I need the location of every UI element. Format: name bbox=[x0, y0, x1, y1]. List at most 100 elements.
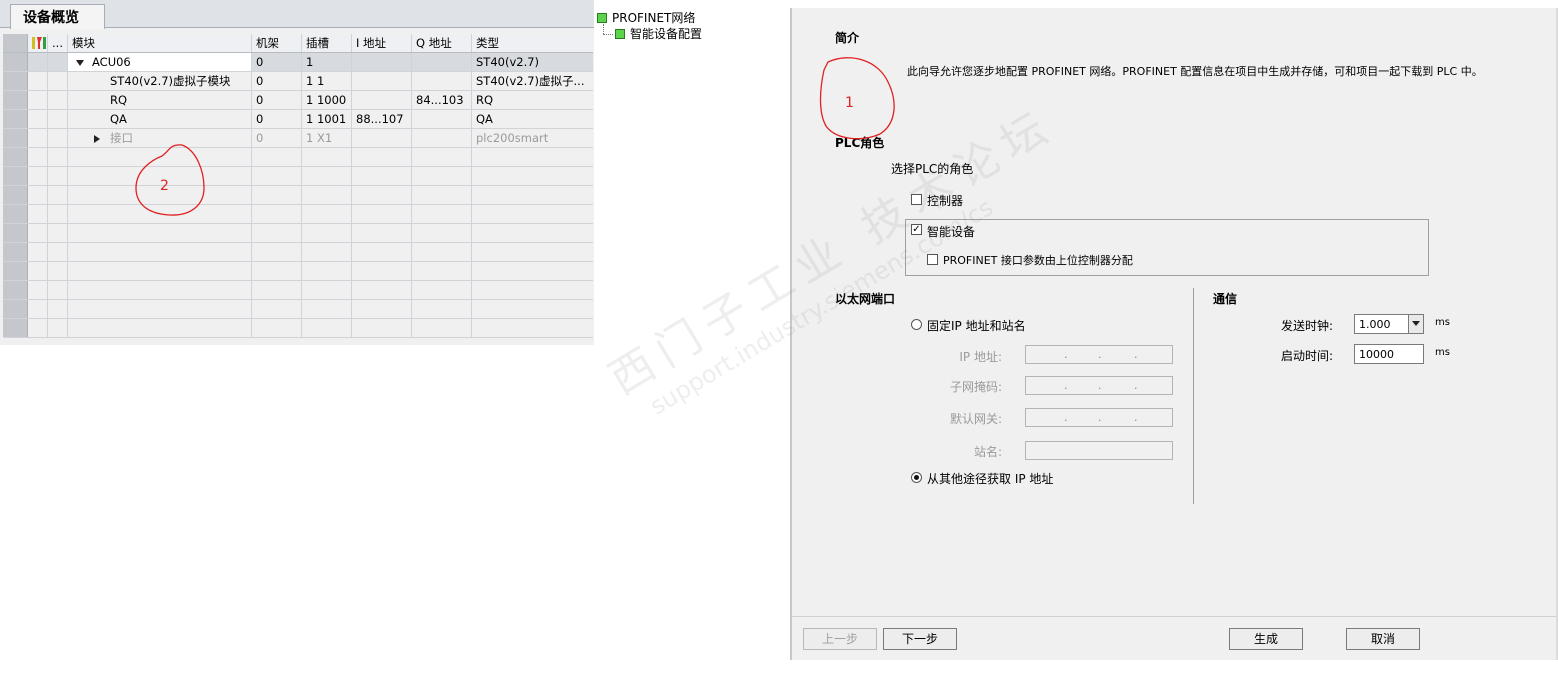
plc-role-title: PLC角色 bbox=[835, 136, 885, 150]
q-address-cell bbox=[412, 72, 472, 90]
empty-cell bbox=[48, 300, 68, 318]
empty-cell bbox=[412, 262, 472, 280]
cancel-button[interactable]: 取消 bbox=[1346, 628, 1420, 650]
send-clock-label: 发送时钟: bbox=[1281, 319, 1334, 333]
empty-table-row bbox=[3, 148, 593, 167]
controller-label[interactable]: 控制器 bbox=[927, 192, 963, 209]
slot-cell: 1 1000 bbox=[302, 91, 352, 109]
i-address-cell bbox=[352, 129, 412, 147]
controller-checkbox[interactable] bbox=[911, 194, 922, 205]
column-header-rack[interactable]: 机架 bbox=[252, 34, 302, 52]
column-header-i-address[interactable]: I 地址 bbox=[352, 34, 412, 52]
previous-button[interactable]: 上一步 bbox=[803, 628, 877, 650]
empty-cell bbox=[252, 262, 302, 280]
empty-cell bbox=[28, 281, 48, 299]
tree-node-smart-device-config[interactable]: 智能设备配置 bbox=[615, 27, 702, 42]
row-header-cell[interactable] bbox=[3, 129, 28, 147]
empty-cell bbox=[252, 186, 302, 204]
other-ip-radio[interactable] bbox=[911, 472, 922, 483]
profinet-param-checkbox[interactable] bbox=[927, 254, 938, 265]
generate-button[interactable]: 生成 bbox=[1229, 628, 1303, 650]
smart-device-label[interactable]: 智能设备 bbox=[927, 223, 975, 240]
fixed-ip-radio[interactable] bbox=[911, 319, 922, 330]
empty-cell bbox=[252, 148, 302, 166]
default-gateway-field[interactable]: ... bbox=[1025, 408, 1173, 427]
empty-table-row bbox=[3, 300, 593, 319]
expand-triangle-icon[interactable] bbox=[94, 134, 100, 143]
profinet-param-label[interactable]: PROFINET 接口参数由上位控制器分配 bbox=[943, 252, 1133, 268]
next-button[interactable]: 下一步 bbox=[883, 628, 957, 650]
empty-cell bbox=[352, 148, 412, 166]
module-cell[interactable]: ACU06 bbox=[68, 53, 252, 71]
column-header-module[interactable]: 模块 bbox=[68, 34, 252, 52]
startup-time-input[interactable]: 10000 bbox=[1354, 344, 1424, 364]
row-header-cell[interactable] bbox=[3, 53, 28, 71]
i-address-cell bbox=[352, 91, 412, 109]
empty-cell bbox=[3, 300, 28, 318]
tab-device-overview[interactable]: 设备概览 bbox=[10, 4, 105, 29]
empty-cell bbox=[68, 281, 252, 299]
empty-cell bbox=[28, 224, 48, 242]
other-ip-label[interactable]: 从其他途径获取 IP 地址 bbox=[927, 470, 1053, 487]
icon-cell bbox=[28, 91, 48, 109]
q-address-cell bbox=[412, 110, 472, 128]
subnet-mask-field[interactable]: ... bbox=[1025, 376, 1173, 395]
empty-cell bbox=[302, 319, 352, 337]
table-header-row: ... 模块 机架 插槽 I 地址 Q 地址 类型 bbox=[3, 34, 593, 53]
empty-cell bbox=[302, 243, 352, 261]
module-cell[interactable]: RQ bbox=[68, 91, 252, 109]
navigation-tree: PROFINET网络 智能设备配置 bbox=[594, 8, 790, 58]
empty-cell bbox=[412, 281, 472, 299]
empty-cell bbox=[352, 186, 412, 204]
table-row[interactable]: ACU06 0 1 ST40(v2.7) bbox=[3, 53, 593, 72]
send-clock-dropdown[interactable]: 1.000 bbox=[1354, 314, 1424, 334]
empty-cell bbox=[472, 319, 593, 337]
table-row[interactable]: ST40(v2.7)虚拟子模块 0 1 1 ST40(v2.7)虚拟子... bbox=[3, 72, 593, 91]
ip-dot: . bbox=[1064, 411, 1068, 424]
station-name-field[interactable] bbox=[1025, 441, 1173, 460]
rack-cell: 0 bbox=[252, 91, 302, 109]
module-cell[interactable]: 接口 bbox=[68, 129, 252, 147]
empty-cell bbox=[3, 186, 28, 204]
empty-cell bbox=[28, 243, 48, 261]
plc-role-prompt: 选择PLC的角色 bbox=[891, 162, 974, 176]
column-header-type[interactable]: 类型 bbox=[472, 34, 593, 52]
empty-cell bbox=[48, 243, 68, 261]
empty-cell bbox=[352, 243, 412, 261]
collapse-triangle-icon[interactable] bbox=[76, 59, 84, 66]
row-header-cell[interactable] bbox=[3, 110, 28, 128]
row-header-cell[interactable] bbox=[3, 91, 28, 109]
module-cell[interactable]: ST40(v2.7)虚拟子模块 bbox=[68, 72, 252, 90]
column-header-q-address[interactable]: Q 地址 bbox=[412, 34, 472, 52]
ip-address-field[interactable]: ... bbox=[1025, 345, 1173, 364]
annotation-number-2: 2 bbox=[160, 178, 169, 194]
module-cell[interactable]: QA bbox=[68, 110, 252, 128]
empty-cell bbox=[68, 300, 252, 318]
empty-cell bbox=[472, 300, 593, 318]
device-overview-table: ... 模块 机架 插槽 I 地址 Q 地址 类型 ACU06 0 1 ST40… bbox=[3, 34, 593, 338]
empty-cell bbox=[48, 281, 68, 299]
empty-table-row bbox=[3, 167, 593, 186]
empty-cell bbox=[3, 148, 28, 166]
column-header-slot[interactable]: 插槽 bbox=[302, 34, 352, 52]
tree-connector-line bbox=[603, 34, 613, 35]
tree-node-profinet-network[interactable]: PROFINET网络 bbox=[597, 11, 695, 26]
chevron-down-icon[interactable] bbox=[1408, 315, 1423, 333]
row-header-cell[interactable] bbox=[3, 72, 28, 90]
empty-cell bbox=[48, 224, 68, 242]
column-header-dots[interactable]: ... bbox=[48, 34, 68, 52]
empty-cell bbox=[252, 243, 302, 261]
empty-cell bbox=[3, 319, 28, 337]
i-address-cell: 88...107 bbox=[352, 110, 412, 128]
fixed-ip-label[interactable]: 固定IP 地址和站名 bbox=[927, 317, 1026, 334]
module-type-icon bbox=[28, 34, 48, 52]
empty-cell bbox=[28, 319, 48, 337]
table-row[interactable]: RQ 0 1 1000 84...103 RQ bbox=[3, 91, 593, 110]
smart-device-checkbox[interactable]: ✓ bbox=[911, 224, 922, 235]
empty-cell bbox=[48, 319, 68, 337]
table-row[interactable]: QA 0 1 1001 88...107 QA bbox=[3, 110, 593, 129]
table-row[interactable]: 接口 0 1 X1 plc200smart bbox=[3, 129, 593, 148]
empty-cell bbox=[412, 148, 472, 166]
tree-node-label: PROFINET网络 bbox=[612, 11, 696, 25]
startup-time-unit: ms bbox=[1435, 347, 1450, 358]
